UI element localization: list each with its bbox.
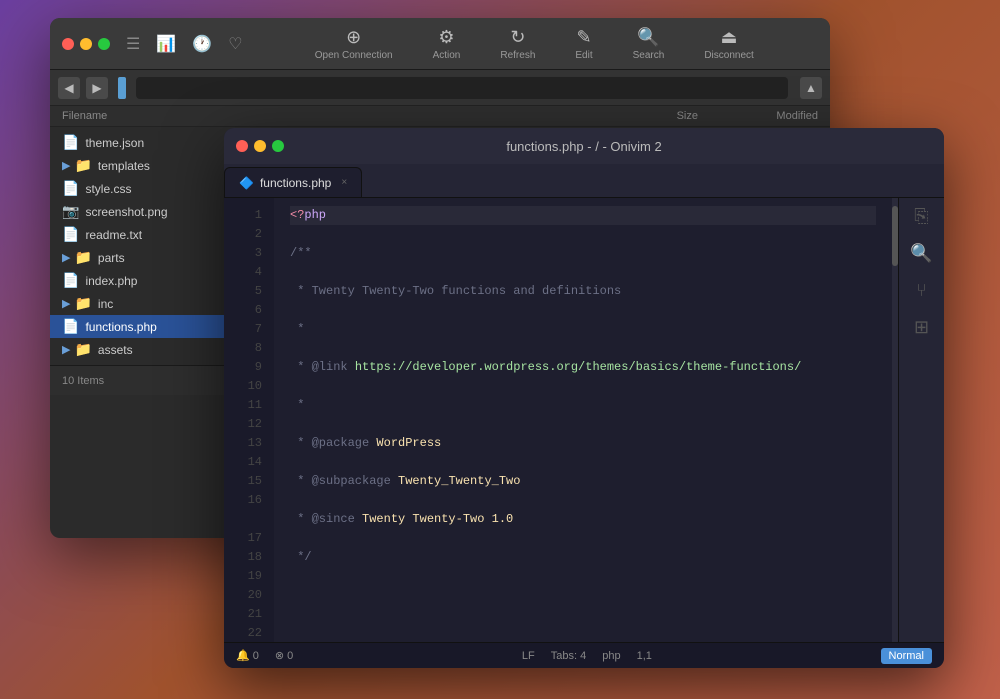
- language-indicator: php: [602, 650, 620, 662]
- tab-label: functions.php: [260, 176, 331, 190]
- edit-button[interactable]: ✎ Edit: [567, 23, 600, 65]
- line-numbers: 12345 678910 1112131415 16 171819 202122…: [224, 198, 274, 642]
- editor-right-panel: ⎘ 🔍 ⑂ ⊞: [898, 198, 944, 642]
- search-button[interactable]: 🔍 Search: [625, 23, 673, 65]
- open-connection-button[interactable]: ⊕ Open Connection: [307, 23, 401, 65]
- position-indicator: 1,1: [637, 650, 652, 662]
- disconnect-icon: ⏏: [721, 27, 738, 48]
- git-icon[interactable]: ⑂: [916, 280, 927, 301]
- list-icon: ☰: [126, 34, 140, 54]
- code-editor[interactable]: <?php /** * Twenty Twenty-Two functions …: [274, 198, 892, 642]
- php-icon: 🔷: [239, 176, 254, 190]
- refresh-button[interactable]: ↻ Refresh: [492, 23, 543, 65]
- grid-icon[interactable]: ⊞: [914, 317, 929, 338]
- file-icon: 📄: [62, 226, 79, 243]
- close-button[interactable]: [62, 38, 74, 50]
- editor-title: functions.php - / - Onivim 2: [506, 139, 661, 154]
- bell-status: 🔔 0: [236, 649, 259, 662]
- item-count: 10 Items: [62, 375, 104, 387]
- minimize-button[interactable]: [80, 38, 92, 50]
- path-icon: [118, 77, 126, 99]
- tabs-indicator: Tabs: 4: [551, 650, 586, 662]
- connect-icon: ⊕: [346, 27, 361, 48]
- editor-window: functions.php - / - Onivim 2 🔷 functions…: [224, 128, 944, 668]
- expand-icon: ▶: [62, 159, 70, 172]
- editor-minimize-button[interactable]: [254, 140, 266, 152]
- refresh-icon: ↻: [510, 27, 525, 48]
- column-headers: Filename Size Modified: [50, 106, 830, 127]
- tab-close-button[interactable]: ×: [341, 177, 347, 188]
- traffic-lights: [62, 38, 110, 50]
- editor-close-button[interactable]: [236, 140, 248, 152]
- file-icon: 📄: [62, 318, 79, 335]
- folder-icon: 📁: [74, 341, 91, 358]
- file-icon: 📄: [62, 272, 79, 289]
- modified-header: Modified: [698, 110, 818, 122]
- editor-maximize-button[interactable]: [272, 140, 284, 152]
- ftp-toolbar-icons: ☰ 📊 🕐 ♡: [126, 34, 243, 54]
- action-button[interactable]: ⚙ Action: [425, 23, 469, 65]
- tab-bar: 🔷 functions.php ×: [224, 164, 944, 198]
- expand-icon: ▶: [62, 343, 70, 356]
- scrollbar[interactable]: [892, 198, 898, 642]
- lf-indicator: LF: [522, 650, 535, 662]
- file-icon: 📄: [62, 134, 79, 151]
- editor-main: 12345 678910 1112131415 16 171819 202122…: [224, 198, 944, 642]
- scrollbar-thumb[interactable]: [892, 206, 898, 266]
- filename-header: Filename: [62, 110, 618, 122]
- ftp-nav-bar: ◀ ▶ ▲: [50, 70, 830, 106]
- editor-status-bar: 🔔 0 ⊗ 0 LF Tabs: 4 php 1,1 Normal: [224, 642, 944, 668]
- go-button[interactable]: ▲: [800, 77, 822, 99]
- file-icon: 📄: [62, 180, 79, 197]
- maximize-button[interactable]: [98, 38, 110, 50]
- expand-icon: ▶: [62, 251, 70, 264]
- disconnect-button[interactable]: ⏏ Disconnect: [696, 23, 761, 65]
- tab-functions-php[interactable]: 🔷 functions.php ×: [224, 167, 362, 197]
- size-header: Size: [618, 110, 698, 122]
- mode-badge: Normal: [881, 648, 932, 664]
- back-button[interactable]: ◀: [58, 77, 80, 99]
- expand-icon: ▶: [62, 297, 70, 310]
- image-icon: 📷: [62, 203, 79, 220]
- folder-icon: 📁: [74, 295, 91, 312]
- editor-traffic-lights: [236, 140, 284, 152]
- clock-icon: 🕐: [192, 34, 212, 54]
- path-input[interactable]: [136, 77, 788, 99]
- search-icon[interactable]: 🔍: [910, 243, 932, 264]
- search-icon: 🔍: [637, 27, 659, 48]
- pencil-icon: ✎: [576, 27, 591, 48]
- gear-icon: ⚙: [438, 27, 454, 48]
- error-status: ⊗ 0: [275, 649, 293, 662]
- forward-button[interactable]: ▶: [86, 77, 108, 99]
- folder-icon: 📁: [74, 157, 91, 174]
- chart-icon: 📊: [156, 34, 176, 54]
- editor-titlebar: functions.php - / - Onivim 2: [224, 128, 944, 164]
- ftp-titlebar: ☰ 📊 🕐 ♡ ⊕ Open Connection ⚙ Action ↻ Ref…: [50, 18, 830, 70]
- heart-icon: ♡: [228, 34, 242, 54]
- folder-icon: 📁: [74, 249, 91, 266]
- copy-icon[interactable]: ⎘: [914, 206, 928, 227]
